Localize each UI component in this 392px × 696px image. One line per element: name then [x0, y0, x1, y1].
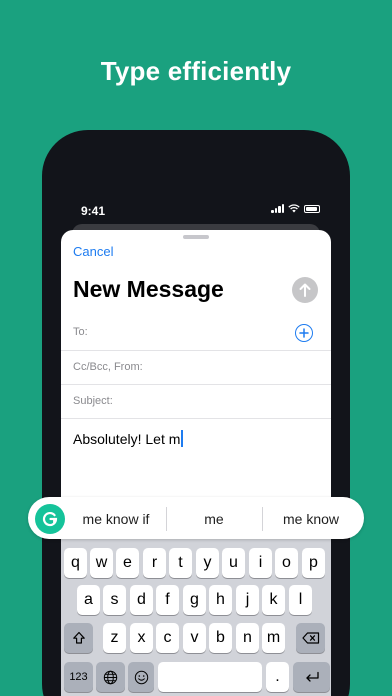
key-b[interactable]: b — [209, 623, 232, 653]
cc-bcc-from-field[interactable]: Cc/Bcc, From: — [73, 361, 143, 373]
page-title: New Message — [73, 276, 224, 302]
key-s[interactable]: s — [103, 585, 126, 615]
key-i[interactable]: i — [249, 548, 272, 578]
grammarly-logo-icon[interactable] — [35, 504, 65, 534]
backspace-icon — [301, 632, 319, 644]
add-contact-button[interactable] — [295, 324, 313, 342]
to-label: To: — [73, 326, 88, 338]
key-j[interactable]: j — [236, 585, 259, 615]
key-l[interactable]: l — [289, 585, 312, 615]
signal-icon — [271, 204, 284, 213]
globe-icon — [103, 670, 118, 684]
key-a[interactable]: a — [77, 585, 100, 615]
key-z[interactable]: z — [103, 623, 126, 653]
shift-icon — [72, 631, 85, 644]
send-button[interactable] — [292, 277, 318, 303]
key-p[interactable]: p — [302, 548, 325, 578]
globe-key[interactable] — [96, 662, 125, 692]
headline: Type efficiently — [100, 56, 292, 86]
send-arrow-icon — [299, 283, 311, 297]
return-key[interactable] — [293, 662, 330, 692]
status-time: 9:41 — [81, 204, 106, 218]
key-y[interactable]: y — [196, 548, 219, 578]
divider — [61, 418, 331, 419]
suggestion-1[interactable]: me know if — [70, 511, 162, 527]
text-cursor — [181, 430, 184, 447]
sheet-grabber[interactable] — [183, 235, 209, 239]
battery-icon — [304, 204, 320, 213]
wifi-icon — [288, 204, 300, 213]
return-icon — [305, 671, 319, 682]
space-key[interactable] — [158, 662, 262, 692]
key-t[interactable]: t — [169, 548, 192, 578]
shift-key[interactable] — [64, 623, 93, 653]
numbers-key[interactable]: 123 — [64, 662, 93, 692]
key-x[interactable]: x — [130, 623, 153, 653]
key-g[interactable]: g — [183, 585, 206, 615]
period-key[interactable]: . — [266, 662, 289, 692]
key-e[interactable]: e — [116, 548, 139, 578]
key-o[interactable]: o — [275, 548, 298, 578]
key-k[interactable]: k — [262, 585, 285, 615]
emoji-key[interactable] — [128, 662, 154, 692]
key-m[interactable]: m — [262, 623, 285, 653]
suggestion-2[interactable]: me — [167, 511, 261, 527]
key-v[interactable]: v — [183, 623, 206, 653]
divider — [61, 350, 331, 351]
key-h[interactable]: h — [209, 585, 232, 615]
key-n[interactable]: n — [236, 623, 259, 653]
backspace-key[interactable] — [296, 623, 325, 653]
key-d[interactable]: d — [130, 585, 153, 615]
divider — [61, 384, 331, 385]
key-c[interactable]: c — [156, 623, 179, 653]
message-body-text: Absolutely! Let m — [73, 431, 181, 447]
message-body[interactable]: Absolutely! Let m — [73, 430, 184, 447]
status-bar: 9:41 — [42, 198, 350, 222]
subject-field[interactable]: Subject: — [73, 395, 113, 407]
suggestion-3[interactable]: me know — [263, 511, 359, 527]
cancel-button[interactable]: Cancel — [73, 244, 113, 259]
key-u[interactable]: u — [222, 548, 245, 578]
emoji-icon — [134, 670, 148, 684]
key-w[interactable]: w — [90, 548, 113, 578]
key-q[interactable]: q — [64, 548, 87, 578]
status-icons — [271, 204, 320, 213]
key-f[interactable]: f — [156, 585, 179, 615]
key-r[interactable]: r — [143, 548, 166, 578]
add-contact-icon — [299, 328, 309, 338]
